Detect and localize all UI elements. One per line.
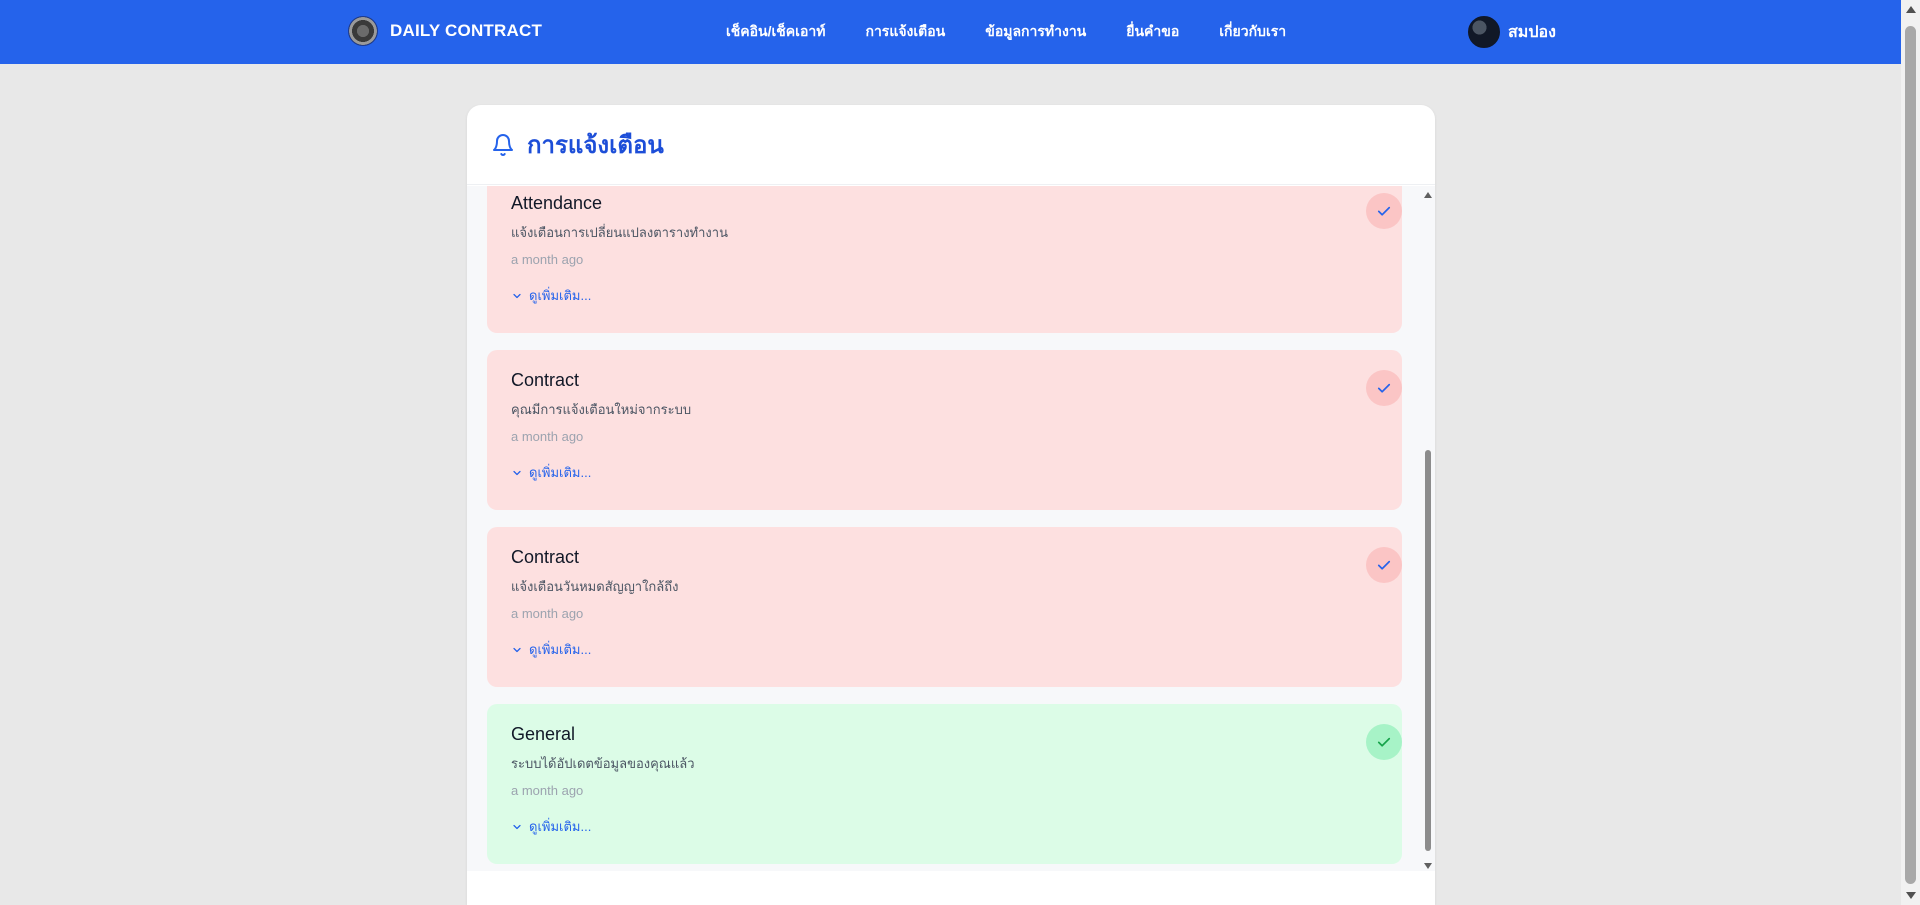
brand-logo [348,16,378,46]
chevron-down-icon [513,293,521,298]
see-more-label: ดูเพิ่มเติม... [529,819,592,834]
notification-message: ระบบได้อัปเดตข้อมูลของคุณแล้ว [511,756,695,771]
mark-read-button[interactable] [1366,193,1402,229]
mark-read-button[interactable] [1366,547,1402,583]
user-name: สมปอง [1508,23,1556,41]
notification-item: Contract คุณมีการแจ้งเตือนใหม่จากระบบ a … [487,350,1402,510]
nav-links: เช็คอิน/เช็คเอาท์ การแจ้งเตือน ข้อมูลการ… [726,0,1286,64]
notification-time: a month ago [511,606,584,621]
page-title: การแจ้งเตือน [527,132,664,159]
page-scrollbar[interactable] [1901,0,1920,905]
see-more-label: ดูเพิ่มเติม... [529,465,592,480]
notification-category: Attendance [511,193,603,213]
notification-category: Contract [511,547,580,567]
chevron-down-icon [513,824,521,829]
check-icon [1377,737,1391,747]
notification-category: Contract [511,370,580,390]
card-header: การแจ้งเตือน [467,105,1435,185]
notification-time: a month ago [511,252,584,267]
brand-name: DAILY CONTRACT [390,21,543,40]
check-icon [1377,383,1391,393]
see-more-link[interactable]: ดูเพิ่มเติม... [511,285,591,306]
avatar [1468,16,1500,48]
bell-icon [493,133,513,156]
notification-time: a month ago [511,783,584,798]
page-scroll-up-arrow[interactable] [1906,6,1916,13]
see-more-link[interactable]: ดูเพิ่มเติม... [511,639,591,660]
see-more-label: ดูเพิ่มเติม... [529,288,592,303]
top-navbar: DAILY CONTRACT เช็คอิน/เช็คเอาท์ การแจ้ง… [0,0,1901,64]
notification-message: แจ้งเตือนวันหมดสัญญาใกล้ถึง [511,579,679,594]
chevron-down-icon [513,647,521,652]
notification-message: แจ้งเตือนการเปลี่ยนแปลงตารางทำงาน [511,225,728,240]
nav-link-notifications[interactable]: การแจ้งเตือน [865,21,945,43]
list-scrollbar[interactable] [1422,186,1434,871]
see-more-link[interactable]: ดูเพิ่มเติม... [511,462,591,483]
page-scroll-thumb[interactable] [1905,26,1916,884]
scroll-down-arrow[interactable] [1424,863,1432,869]
notification-list[interactable]: Attendance แจ้งเตือนการเปลี่ยนแปลงตารางท… [467,186,1435,871]
notifications-card: การแจ้งเตือน Attendance แจ้งเตือนการเปลี… [467,105,1435,905]
see-more-link[interactable]: ดูเพิ่มเติม... [511,816,591,837]
page-scroll-down-arrow[interactable] [1906,892,1916,899]
chevron-down-icon [513,470,521,475]
check-icon [1377,560,1391,570]
nav-link-about[interactable]: เกี่ยวกับเรา [1219,21,1286,43]
notification-category: General [511,724,576,744]
notification-item: Contract แจ้งเตือนวันหมดสัญญาใกล้ถึง a m… [487,527,1402,687]
scroll-thumb[interactable] [1425,450,1431,851]
nav-link-requests[interactable]: ยื่นคำขอ [1126,21,1179,43]
nav-link-work-info[interactable]: ข้อมูลการทำงาน [985,21,1086,43]
brand[interactable]: DAILY CONTRACT [348,16,542,46]
see-more-label: ดูเพิ่มเติม... [529,642,592,657]
notification-message: คุณมีการแจ้งเตือนใหม่จากระบบ [511,402,692,417]
notification-item: General ระบบได้อัปเดตข้อมูลของคุณแล้ว a … [487,704,1402,864]
mark-read-button[interactable] [1366,724,1402,760]
scroll-up-arrow[interactable] [1424,192,1432,198]
check-icon [1377,206,1391,216]
notification-item: Attendance แจ้งเตือนการเปลี่ยนแปลงตารางท… [487,186,1402,333]
nav-link-checkin[interactable]: เช็คอิน/เช็คเอาท์ [726,21,825,43]
mark-read-button[interactable] [1366,370,1402,406]
user-menu[interactable]: สมปอง [1468,16,1556,48]
notification-time: a month ago [511,429,584,444]
